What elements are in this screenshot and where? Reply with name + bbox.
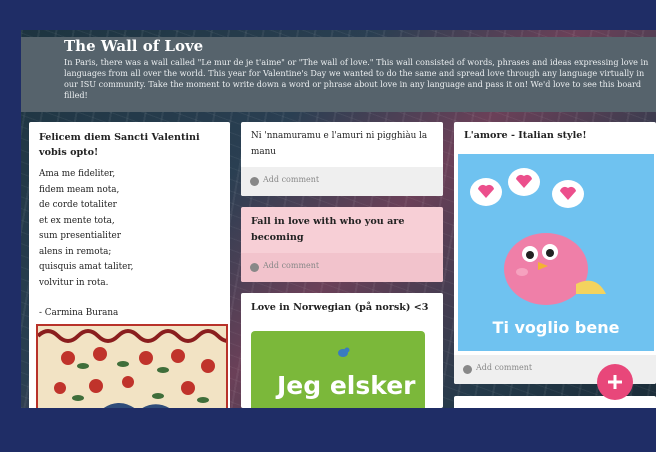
padlet-board: The Wall of Love In Paris, there was a w… (21, 30, 656, 408)
board-title: The Wall of Love (64, 37, 204, 55)
poem-line: de corde totaliter (39, 200, 117, 210)
poem-line: et ex mente tota, (39, 215, 115, 226)
post-latin[interactable]: Felicem diem Sancti Valentini vobis opto… (29, 122, 230, 408)
poem-signature: - Carmina Burana (39, 308, 119, 318)
post-norwegian[interactable]: Love in Norwegian (på norsk) <3 Jeg elsk… (241, 293, 443, 408)
poem-line: alens in remota; (39, 246, 112, 257)
post-fall-in-love[interactable]: Fall in love with who you are becoming A… (241, 207, 443, 282)
jeg-elsker-image[interactable]: Jeg elsker (251, 331, 425, 408)
poem-line: quisquis amat taliter, (39, 262, 134, 272)
post-title: Love in Norwegian (på norsk) <3 (251, 302, 429, 313)
board-description: In Paris, there was a wall called "Le mu… (64, 57, 649, 100)
plus-icon (608, 375, 622, 389)
add-comment-label: Add comment (263, 175, 320, 184)
ti-voglio-bene-image[interactable]: Ti voglio bene (458, 154, 654, 351)
image-caption: Ti voglio bene (492, 318, 620, 337)
poem-line: fidem meam nota, (39, 184, 120, 195)
post-body: Ama me fideliter, fidem meam nota, de co… (39, 167, 133, 322)
board-header: The Wall of Love In Paris, there was a w… (21, 37, 656, 112)
poem-line: Ama me fideliter, (39, 169, 116, 179)
post-title: Felicem diem Sancti Valentini vobis opto… (39, 132, 200, 158)
avatar-icon (463, 365, 472, 374)
add-comment-label: Add comment (263, 261, 320, 270)
add-post-button[interactable] (597, 364, 633, 400)
image-caption: Jeg elsker (277, 371, 416, 400)
avatar-icon (250, 263, 259, 272)
post-italian[interactable]: L'amore - Italian style! Ti voglio bene … (454, 122, 656, 384)
embroidery-image[interactable] (36, 324, 230, 408)
poem-line: sum presentialiter (39, 231, 121, 241)
post-sicilian[interactable]: Ni 'nnamuramu e l'amuri ni pigghiàu la m… (241, 122, 443, 196)
poem-line: volvitur in rota. (39, 277, 109, 288)
avatar-icon (250, 177, 259, 186)
post-title: L'amore - Italian style! (464, 130, 587, 141)
post-title: Fall in love with who you are becoming (251, 216, 405, 243)
add-comment-button[interactable]: Add comment (241, 253, 443, 282)
post-body: Ni 'nnamuramu e l'amuri ni pigghiàu la m… (251, 131, 428, 157)
add-comment-label: Add comment (476, 363, 533, 372)
add-comment-button[interactable]: Add comment (241, 167, 443, 196)
